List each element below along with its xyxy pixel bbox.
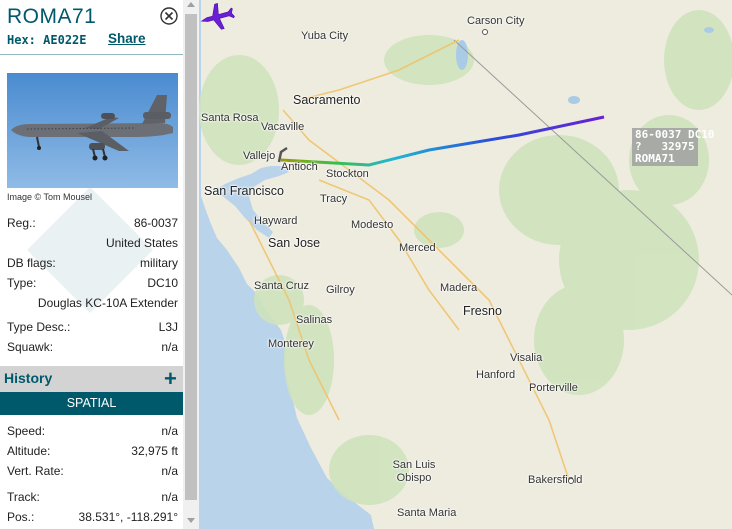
vrate-label: Vert. Rate: [7,464,64,478]
city-label: Stockton [326,168,369,180]
city-label: Santa Rosa [201,112,259,124]
city-label: Hanford [476,369,516,381]
map-canvas [199,0,732,529]
altitude-row: Altitude: 32,975 ft [7,444,178,460]
track-value: n/a [161,490,178,504]
city-label: Vacaville [261,121,305,133]
scroll-down-arrow-icon[interactable] [187,518,195,523]
speed-value: n/a [161,424,178,438]
city-label: Modesto [351,219,394,231]
city-label: Antioch [281,161,318,173]
city-label: Tracy [320,193,348,205]
history-title: History [4,370,53,386]
typedesc-row: Type Desc.: L3J [7,320,178,336]
country-value: United States [105,236,178,250]
speed-label: Speed: [7,424,46,438]
close-icon[interactable] [160,7,178,25]
dbflags-row: DB flags: military [7,256,178,272]
altitude-value: 32,975 ft [131,444,178,458]
city-label: Sacramento [293,93,361,107]
city-label: Porterville [529,382,578,394]
city-label: Gilroy [326,284,355,296]
city-label: Santa Maria [397,507,457,519]
lake-tahoe [456,40,468,70]
city-label: San Jose [268,236,321,250]
city-label: San Francisco [204,184,284,198]
city-label: Madera [440,282,478,294]
type-name-value: Douglas KC-10A Extender [37,296,178,310]
type-value: DC10 [147,276,178,290]
type-name-row: Douglas KC-10A Extender [7,296,178,312]
type-row: Type: DC10 [7,276,178,292]
city-label: Santa Cruz [254,280,310,292]
type-label: Type: [7,276,37,290]
scroll-up-arrow-icon[interactable] [187,2,195,7]
hex-value: AE022E [43,33,87,47]
scrollbar-thumb[interactable] [185,14,197,500]
dbflags-label: DB flags: [7,256,56,270]
city-label: Fresno [463,304,502,318]
country-row: United States [7,236,178,252]
history-section-header[interactable]: History + [0,366,183,392]
callsign-title: ROMA71 [7,5,97,28]
city-marker [568,478,574,484]
city-label: Merced [399,242,436,254]
typedesc-value: L3J [158,320,178,334]
map-view[interactable]: Carson City Yuba City Sacramento Santa R… [199,0,732,529]
reg-label: Reg.: [7,216,36,230]
city-marker [482,29,488,35]
city-label: Bakersfield [528,474,583,486]
photo-credit: Image © Tom Mousel [7,192,92,202]
reg-row: Reg.: 86-0037 [7,216,178,232]
aircraft-label-line: ROMA71 [635,152,675,165]
track-row: Track: n/a [7,490,178,506]
city-label: Monterey [268,338,314,350]
dbflags-value: military [140,256,178,270]
hex-row: Hex: AE022E [7,33,87,47]
city-label: Hayward [254,215,298,227]
hex-label: Hex: [7,33,36,47]
position-row: Pos.: 38.531°, -118.291° [7,510,178,526]
expand-plus-icon[interactable]: + [164,366,177,392]
spatial-section-header[interactable]: SPATIAL [0,392,183,415]
header-divider [0,54,183,55]
aircraft-photo[interactable] [7,73,178,188]
vrate-value: n/a [161,464,178,478]
sidebar-scrollbar[interactable] [183,0,199,529]
share-link[interactable]: Share [108,31,146,46]
speed-row: Speed: n/a [7,424,178,440]
city-label: Visalia [510,352,543,364]
city-label: Salinas [296,314,333,326]
squawk-value: n/a [161,340,178,354]
city-label: Yuba City [301,30,349,42]
city-label: Vallejo [243,150,276,162]
reg-value: 86-0037 [133,216,178,230]
track-label: Track: [7,490,40,504]
squawk-row: Squawk: n/a [7,340,178,356]
typedesc-label: Type Desc.: [7,320,71,334]
city-label: San Luis Obispo [392,459,436,484]
aircraft-icon[interactable] [199,0,235,34]
altitude-label: Altitude: [7,444,51,458]
aircraft-map-label[interactable]: 86-0037 DC10 ? 32975 ROMA71 [632,128,714,166]
position-value: 38.531°, -118.291° [78,510,178,524]
position-label: Pos.: [7,510,35,524]
squawk-label: Squawk: [7,340,54,354]
vrate-row: Vert. Rate: n/a [7,464,178,480]
aircraft-info-panel: ROMA71 Hex: AE022E Share Image © Tom Mou… [0,0,183,529]
city-label: Carson City [467,15,525,27]
